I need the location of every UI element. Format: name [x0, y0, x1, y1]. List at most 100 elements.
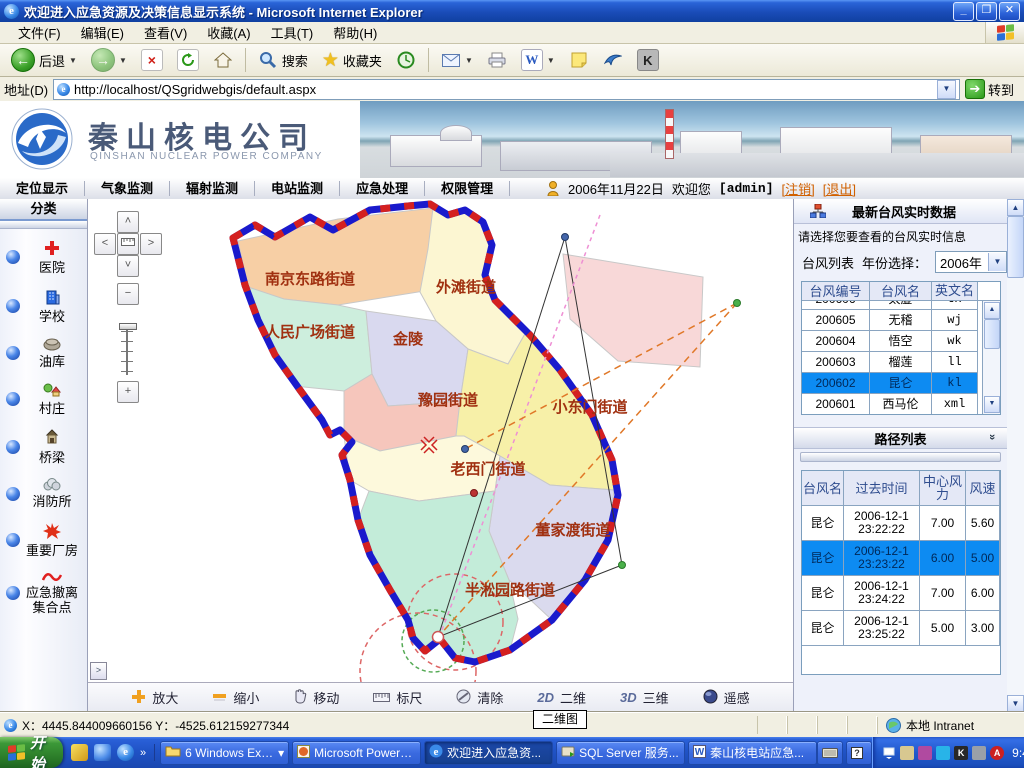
nav-tab-气象监测[interactable]: 气象监测: [85, 181, 170, 196]
task-button[interactable]: SQL Server 服务...: [556, 741, 685, 765]
sidebar-item-桥梁[interactable]: 桥梁: [6, 429, 87, 465]
zoom-in-step-button[interactable]: +: [117, 381, 139, 403]
sync-tray-icon[interactable]: [972, 746, 986, 760]
edit-word-button[interactable]: W ▼: [516, 47, 560, 73]
collapse-chevron-icon[interactable]: »: [986, 434, 998, 440]
nav-tab-电站监测[interactable]: 电站监测: [255, 181, 340, 196]
sidebar-item-村庄[interactable]: 村庄: [6, 382, 87, 416]
sidebar-item-医院[interactable]: 医院: [6, 239, 87, 275]
sphere-bullet-icon[interactable]: [6, 250, 20, 264]
menu-item[interactable]: 帮助(H): [323, 21, 387, 44]
map-tool-二维[interactable]: 2D二维: [537, 688, 586, 707]
table-row[interactable]: 200606太虚tx: [802, 301, 978, 310]
tray-chevron-icon[interactable]: [883, 747, 895, 759]
scroll-thumb[interactable]: [984, 319, 1000, 349]
print-button[interactable]: [482, 48, 512, 72]
go-button[interactable]: ➔ 转到: [965, 79, 1020, 99]
help-task-button[interactable]: ?: [846, 741, 872, 765]
menu-item[interactable]: 工具(T): [261, 21, 324, 44]
quick-launch-messenger-icon[interactable]: [94, 744, 111, 761]
netants-button[interactable]: [598, 48, 628, 72]
nav-tab-定位显示[interactable]: 定位显示: [0, 181, 85, 196]
sphere-bullet-icon[interactable]: [6, 299, 20, 313]
zoom-slider-thumb[interactable]: [119, 323, 137, 330]
sphere-bullet-icon[interactable]: [6, 392, 20, 406]
sidebar-item-消防所[interactable]: 消防所: [6, 478, 87, 509]
task-button[interactable]: 6 Windows Expl...▾: [160, 741, 289, 765]
scrollbar-thumb[interactable]: [1007, 216, 1024, 278]
map-tool-三维[interactable]: 3D三维: [620, 688, 669, 707]
quick-launch-lightning-icon[interactable]: [71, 744, 88, 761]
sidebar-item-应急撤离集合点[interactable]: 应急撤离集合点: [6, 571, 87, 615]
forward-dropdown-icon[interactable]: ▼: [119, 56, 127, 65]
menu-item[interactable]: 编辑(E): [71, 21, 134, 44]
table-row[interactable]: 昆仑2006-12-1 23:25:225.003.00: [802, 611, 1000, 646]
map-tool-标尺[interactable]: 标尺: [373, 688, 422, 707]
scrollbar-down-icon[interactable]: ▼: [1007, 695, 1024, 712]
map-tool-遥感[interactable]: 遥感: [703, 688, 750, 707]
logout-link[interactable]: [注销]: [782, 179, 815, 198]
keyboard-task-button[interactable]: [817, 741, 843, 765]
sphere-bullet-icon[interactable]: [6, 533, 20, 547]
panel-divider[interactable]: [800, 452, 1001, 462]
year-select[interactable]: 2006年 ▼: [935, 251, 1007, 273]
nav-tab-辐射监测[interactable]: 辐射监测: [170, 181, 255, 196]
edit-dropdown-icon[interactable]: ▼: [547, 56, 555, 65]
refresh-button[interactable]: [172, 47, 204, 73]
sql-tray-icon[interactable]: [900, 746, 914, 760]
table-row[interactable]: 200601西马伦xml: [802, 394, 978, 414]
path-list-header[interactable]: 路径列表 »: [794, 427, 1007, 449]
stop-button[interactable]: ×: [136, 47, 168, 73]
table-row[interactable]: 200604悟空wk: [802, 331, 978, 352]
office-tray-icon[interactable]: [918, 746, 932, 760]
sidebar-item-重要厂房[interactable]: 重要厂房: [6, 522, 87, 558]
sphere-bullet-icon[interactable]: [6, 586, 20, 600]
back-button[interactable]: ← 后退 ▼: [6, 46, 82, 74]
gis-map[interactable]: 南京东路街道外滩街道人民广场街道金陵豫园街道小东门街道老西门街道董家渡街道半淞园…: [88, 199, 793, 682]
notes-button[interactable]: [564, 48, 594, 72]
sphere-bullet-icon[interactable]: [6, 440, 20, 454]
scroll-up-icon[interactable]: ▲: [984, 302, 1000, 319]
search-button[interactable]: 搜索: [253, 48, 313, 72]
table-row[interactable]: 200605无稽wj: [802, 310, 978, 331]
address-dropdown-button[interactable]: ▼: [937, 80, 956, 99]
map-tool-移动[interactable]: 移动: [293, 688, 339, 707]
zoom-out-step-button[interactable]: −: [117, 283, 139, 305]
sphere-bullet-icon[interactable]: [6, 346, 20, 360]
ati-tray-icon[interactable]: A: [990, 746, 1004, 760]
table-row[interactable]: 昆仑2006-12-1 23:24:227.006.00: [802, 576, 1000, 611]
pan-down-button[interactable]: ˅: [117, 255, 139, 277]
pan-up-button[interactable]: ˄: [117, 211, 139, 233]
map-tool-放大[interactable]: 放大: [131, 688, 178, 707]
kaspersky-tray-icon[interactable]: K: [954, 746, 968, 760]
close-button[interactable]: ✕: [999, 2, 1020, 21]
map-tool-缩小[interactable]: 缩小: [212, 688, 259, 707]
mail-dropdown-icon[interactable]: ▼: [465, 56, 473, 65]
menu-item[interactable]: 收藏(A): [197, 21, 260, 44]
table-row[interactable]: 昆仑2006-12-1 23:23:226.005.00: [802, 541, 1000, 576]
pan-left-button[interactable]: ˂: [94, 233, 116, 255]
kaspersky-button[interactable]: K: [632, 47, 664, 73]
home-button[interactable]: [208, 48, 238, 72]
history-button[interactable]: [391, 48, 421, 72]
scroll-down-icon[interactable]: ▼: [984, 396, 1000, 413]
typhoon-table-scrollbar[interactable]: ▲ ▼: [982, 301, 1000, 414]
task-dropdown-icon[interactable]: ▾: [278, 746, 284, 760]
exit-link[interactable]: [退出]: [823, 179, 856, 198]
restore-button[interactable]: ❐: [976, 2, 997, 21]
scrollbar-up-icon[interactable]: ▲: [1007, 199, 1024, 216]
sphere-bullet-icon[interactable]: [6, 487, 20, 501]
table-row[interactable]: 昆仑2006-12-1 23:22:227.005.60: [802, 506, 1000, 541]
measure-button[interactable]: [117, 233, 139, 255]
task-button[interactable]: Microsoft PowerP...: [292, 741, 421, 765]
map-tool-清除[interactable]: 清除: [456, 688, 503, 707]
menu-item[interactable]: 查看(V): [134, 21, 197, 44]
task-button[interactable]: W秦山核电站应急...: [688, 741, 817, 765]
task-button[interactable]: e欢迎进入应急资...: [424, 741, 553, 765]
nav-tab-权限管理[interactable]: 权限管理: [425, 181, 510, 196]
msn-tray-icon[interactable]: [936, 746, 950, 760]
forward-button[interactable]: → ▼: [86, 46, 132, 74]
pan-right-button[interactable]: ˃: [140, 233, 162, 255]
sidebar-item-学校[interactable]: 学校: [6, 288, 87, 324]
zoom-slider[interactable]: [126, 323, 128, 375]
